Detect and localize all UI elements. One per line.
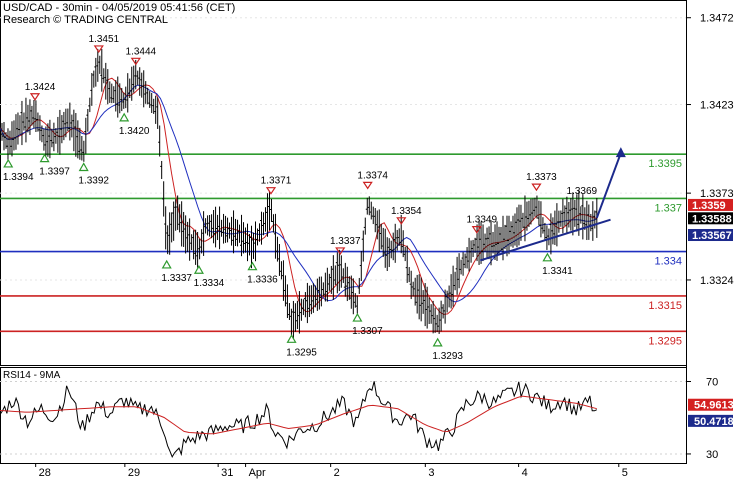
- swing-low-marker: [542, 252, 553, 262]
- swing-low-marker: [3, 158, 14, 168]
- rsi-panel: RSI14 - 9MA 70 30 50.4718 54.9613: [0, 370, 734, 461]
- chart-canvas: 1.3395 1.337 1.334 1.3315 1.3295 1.3424 1.345…: [0, 0, 735, 480]
- x-tick-label: 4: [522, 467, 528, 479]
- x-tick-label: 2: [334, 467, 340, 479]
- chart-credit: Research © TRADING CENTRAL: [3, 14, 168, 26]
- x-tick-label: 5: [622, 467, 628, 479]
- swing-low-label: 1.3336: [247, 275, 278, 286]
- forecast-arrow-head: [615, 147, 626, 158]
- y-tick-label: 1.3472: [700, 13, 734, 25]
- rsi-tick-label: 70: [706, 376, 718, 388]
- y-tick-label: 1.3324: [700, 275, 734, 287]
- swing-low-label: 1.3397: [39, 167, 70, 178]
- y-tick-label: 1.3423: [700, 100, 734, 112]
- swing-high-label: 1.3371: [261, 176, 292, 187]
- price-tags: 1.33591.33588 1.33567: [688, 198, 733, 242]
- price-axis: 1.3472 1.3423 1.3373 1.3324: [686, 13, 734, 287]
- swing-low-marker: [39, 153, 50, 163]
- price-tag-label: 1.33567: [692, 230, 732, 242]
- x-tick-label: 29: [128, 467, 140, 479]
- price-tag-label: 1.33588: [692, 213, 732, 225]
- rsi-title: RSI14 - 9MA: [3, 370, 61, 381]
- rsi-ma-line: [0, 395, 597, 435]
- swing-high-label: 1.3451: [88, 34, 119, 45]
- swing-high-label: 1.3373: [526, 172, 557, 183]
- swing-low-label: 1.3341: [542, 266, 573, 277]
- swing-low-label: 1.3307: [352, 326, 383, 337]
- swing-high-marker: [265, 187, 277, 195]
- swing-low-label: 1.3420: [119, 126, 150, 137]
- swing-high-label: 1.3424: [25, 82, 56, 93]
- level-label: 1.3315: [648, 300, 682, 312]
- level-label: 1.337: [654, 202, 682, 214]
- level-label: 1.3295: [648, 335, 682, 347]
- swing-high-label: 1.3354: [391, 206, 422, 217]
- ma-slow-line: [0, 84, 597, 303]
- forecast-arrow-line: [595, 152, 622, 219]
- swing-low-label: 1.3293: [432, 351, 463, 362]
- rsi-value-tag-label: 54.9613: [694, 400, 734, 412]
- time-axis: 28 29 31 Apr 2 3 4 5: [35, 463, 628, 479]
- swing-high-marker: [531, 183, 542, 192]
- chart-svg: 1.3395 1.337 1.334 1.3315 1.3295 1.3424 1.345…: [0, 0, 734, 479]
- level-label: 1.334: [654, 256, 682, 268]
- swing-low-label: 1.3295: [286, 347, 317, 358]
- moving-averages: [0, 77, 597, 315]
- rsi-panel-border: [0, 367, 687, 464]
- swing-low-label: 1.3394: [3, 172, 34, 183]
- swing-high-label: 1.3349: [466, 215, 497, 226]
- swing-high-marker: [362, 181, 373, 190]
- swing-low-label: 1.3392: [78, 175, 109, 186]
- swing-low-marker: [161, 259, 172, 269]
- x-tick-label: Apr: [249, 467, 266, 479]
- swing-low-marker: [286, 334, 297, 343]
- swing-low-label: 1.3337: [161, 273, 192, 284]
- swing-low-marker: [193, 265, 204, 274]
- swing-high-label: 1.3444: [126, 46, 157, 57]
- level-label: 1.3395: [648, 158, 682, 170]
- swing-high-marker: [29, 93, 41, 101]
- swing-low-marker: [247, 261, 258, 271]
- swing-low-marker: [352, 312, 363, 322]
- swing-low-label: 1.3334: [194, 278, 225, 289]
- swing-high-label: 1.3337: [330, 236, 361, 247]
- x-tick-label: 3: [428, 467, 434, 479]
- x-tick-label: 31: [221, 467, 233, 479]
- ma-fast-line: [0, 77, 597, 315]
- x-tick-label: 28: [39, 467, 51, 479]
- chart-title: USD/CAD - 30min - 04/05/2019 05:41:56 (C…: [3, 2, 235, 14]
- rsi-tick-label: 30: [706, 449, 718, 461]
- swing-low-marker: [78, 162, 89, 172]
- rsi-line: [0, 381, 598, 459]
- swing-low-marker: [432, 337, 443, 347]
- forecast-label: 1.3369: [567, 186, 598, 197]
- price-tag-label: 1.3359: [692, 200, 726, 212]
- swing-high-label: 1.3374: [357, 170, 388, 181]
- y-tick-label: 1.3373: [700, 188, 734, 200]
- swing-low-marker: [119, 112, 130, 122]
- rsi-value-tag-label: 50.4718: [694, 416, 734, 428]
